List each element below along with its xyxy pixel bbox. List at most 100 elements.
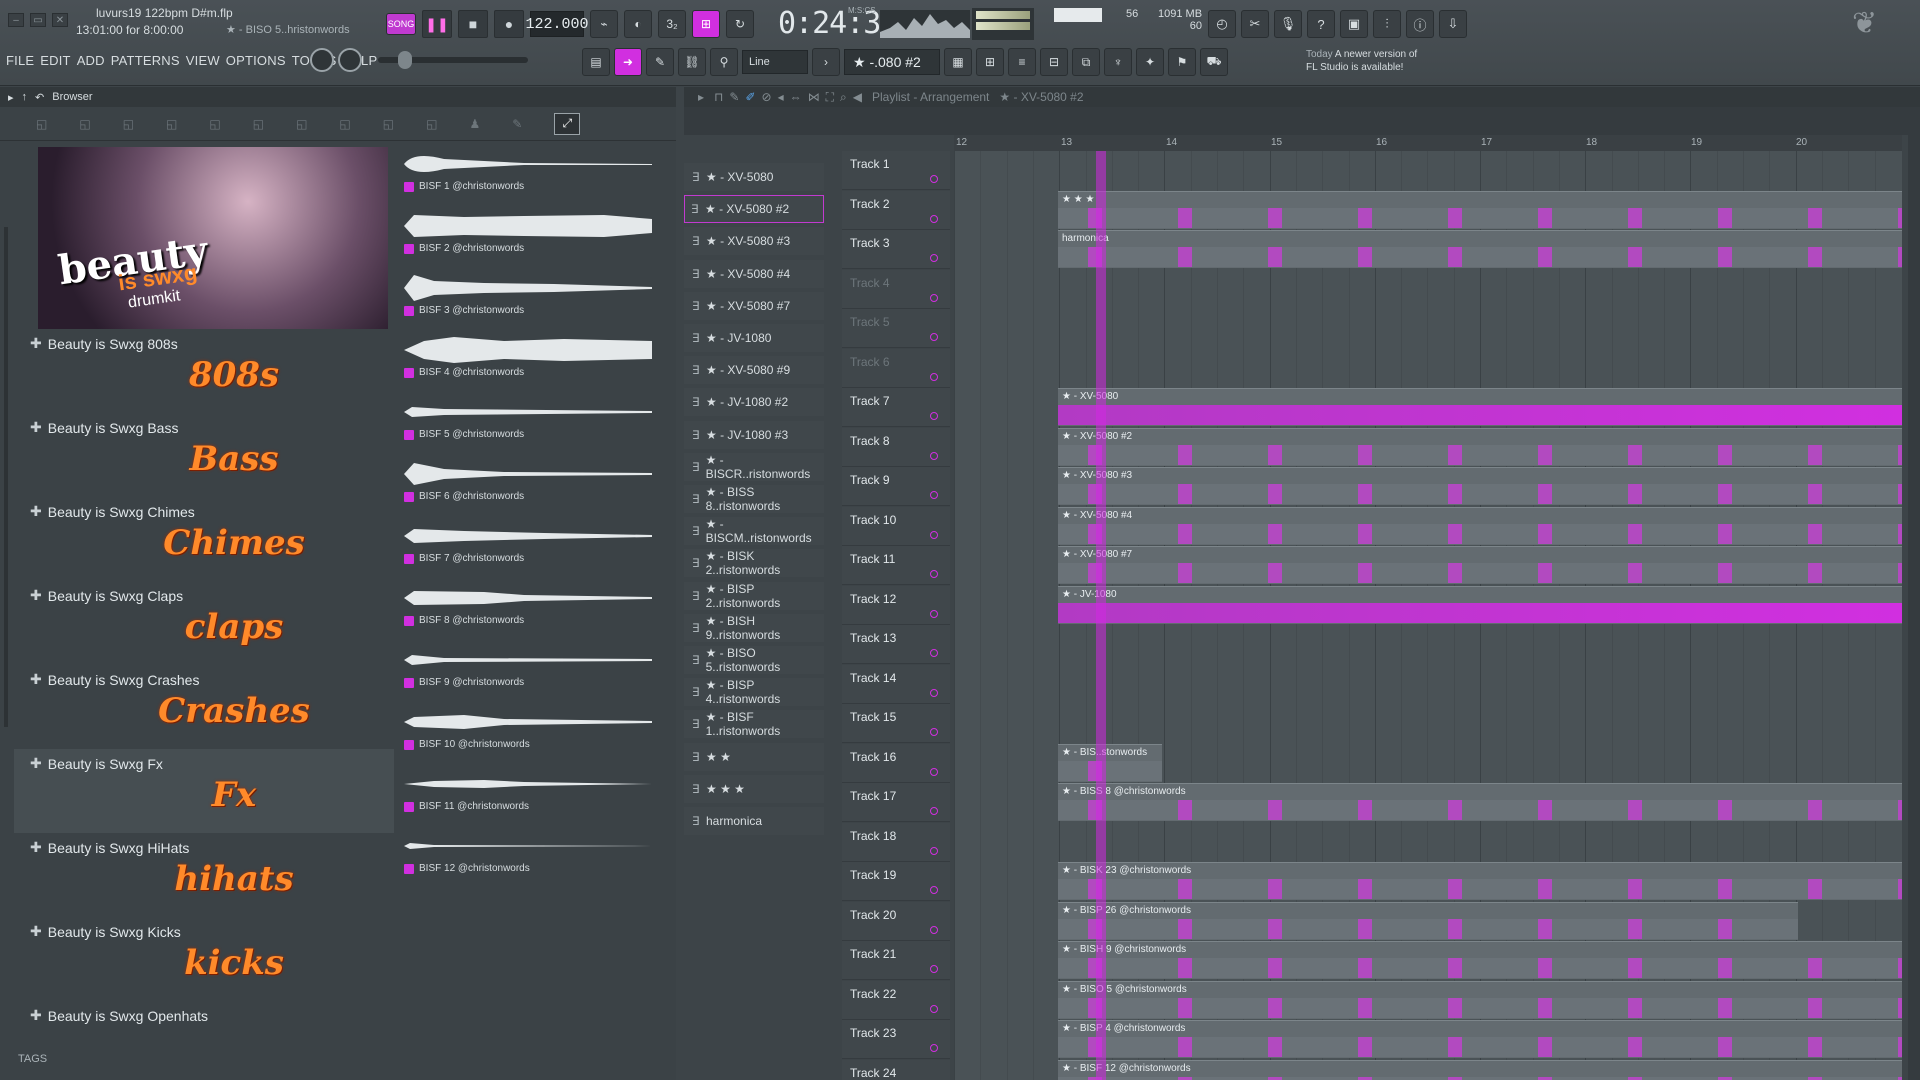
select-icon[interactable]: ⛶ [826, 90, 834, 105]
wrench-icon[interactable]: ✦ [1136, 48, 1164, 76]
pattern-clip[interactable]: ★ - BISF 12 @christonwords [1058, 1059, 1902, 1080]
track-mute-icon[interactable] [930, 333, 938, 341]
menu-options[interactable]: OPTIONS [226, 53, 286, 68]
browser-brush-icon[interactable]: ✎ [512, 117, 522, 131]
cpu-panel-icon[interactable]: ◴ [1208, 10, 1236, 38]
magnet-icon[interactable]: ⊓ [714, 90, 723, 104]
sample-item[interactable]: BISF 12 @christonwords [398, 825, 664, 887]
track-header[interactable]: Track 24 [842, 1059, 950, 1080]
zoom-icon[interactable]: ⌕ [840, 90, 847, 105]
tools-icon[interactable]: ✂ [1241, 10, 1269, 38]
folder-expand-icon[interactable]: ✚ [30, 503, 42, 520]
track-header[interactable]: Track 17 [842, 783, 950, 822]
browser-filter-icon[interactable]: ◱ [426, 117, 437, 131]
mixer-icon[interactable]: ⫶ [1373, 10, 1401, 38]
pattern-clip[interactable]: ★ - JV-1080 [1058, 585, 1902, 624]
sample-item[interactable]: BISF 10 @christonwords [398, 701, 664, 763]
pattern-clip[interactable]: ★ - XV-5080 #2 [1058, 427, 1902, 466]
pattern-clip[interactable]: ★ ★ ★ [1058, 190, 1902, 229]
browser-user-icon[interactable]: ♟ [469, 117, 480, 131]
tempo-icon[interactable]: ⚑ [1168, 48, 1196, 76]
loop-record-icon[interactable]: ↻ [726, 10, 754, 38]
sample-item[interactable]: BISF 5 @christonwords [398, 391, 664, 453]
track-header[interactable]: Track 3 [842, 230, 950, 269]
track-mute-icon[interactable] [930, 649, 938, 657]
sample-item[interactable]: BISF 3 @christonwords [398, 267, 664, 329]
browser-view-icon[interactable]: ⊟ [1040, 48, 1068, 76]
track-mute-icon[interactable] [930, 293, 938, 302]
track-header[interactable]: Track 13 [842, 625, 950, 664]
sample-item[interactable]: BISF 8 @christonwords [398, 577, 664, 639]
cart-icon[interactable]: ⛟ [1200, 48, 1228, 76]
track-mute-icon[interactable] [930, 688, 938, 697]
news-panel[interactable]: Today A newer version of FL Studio is av… [1306, 48, 1417, 74]
sample-item[interactable]: BISF 11 @christonwords [398, 763, 664, 825]
track-mute-icon[interactable] [930, 570, 938, 578]
track-mute-icon[interactable] [930, 254, 938, 262]
track-mute-icon[interactable] [930, 412, 938, 420]
folder-item[interactable]: ✚ Beauty is Swxg Kicks kicks [14, 917, 394, 1001]
track-header[interactable]: Track 12 [842, 585, 950, 625]
track-mute-icon[interactable] [930, 372, 938, 381]
stop-button[interactable]: ■ [458, 10, 488, 38]
browser-filter-icon[interactable]: ◱ [36, 117, 47, 131]
browser-up-icon[interactable]: ↑ [22, 91, 28, 103]
sample-item[interactable]: BISF 7 @christonwords [398, 515, 664, 577]
track-mute-icon[interactable] [930, 767, 938, 776]
folder-item[interactable]: ✚ Beauty is Swxg 808s 808s [14, 329, 394, 413]
folder-expand-icon[interactable]: ✚ [30, 1007, 42, 1024]
tempo-display[interactable]: 122.000 [526, 11, 589, 37]
delete-icon[interactable]: ⊘ [762, 90, 772, 104]
browser-filter-icon[interactable]: ◱ [253, 117, 264, 131]
metronome-icon[interactable]: ⌁ [590, 10, 618, 38]
track-mute-icon[interactable] [930, 1044, 938, 1052]
download-icon[interactable]: ⇩ [1439, 10, 1467, 38]
pattern-selector[interactable]: ★ -.080 #2 [844, 49, 940, 75]
pattern-clip[interactable]: ★ - BISH 9 @christonwords [1058, 941, 1902, 979]
pattern-clip[interactable]: ★ - BISP 4 @christonwords [1058, 1020, 1902, 1058]
piano-roll-icon[interactable]: ▤ [582, 48, 610, 76]
pattern-clip[interactable]: ★ - XV-5080 [1058, 388, 1902, 426]
track-mute-icon[interactable] [930, 925, 938, 934]
track-header[interactable]: Track 10 [842, 506, 950, 546]
countdown-icon[interactable]: 3₂ [658, 10, 686, 38]
track-header[interactable]: Track 8 [842, 427, 950, 467]
track-header[interactable]: Track 20 [842, 901, 950, 941]
master-slider[interactable] [378, 51, 528, 69]
track-mute-icon[interactable] [930, 609, 938, 618]
slice-icon[interactable]: ⋈ [808, 90, 820, 104]
track-mute-icon[interactable] [930, 214, 938, 223]
link-icon[interactable]: ⛓ [678, 48, 706, 76]
folder-expand-icon[interactable]: ✚ [30, 419, 42, 436]
sample-item[interactable]: BISF 1 @christonwords [398, 143, 664, 205]
pattern-clip[interactable]: ★ - BISK 23 @christonwords [1058, 862, 1902, 900]
master-volume-knob[interactable] [310, 48, 334, 72]
track-header[interactable]: Track 16 [842, 743, 950, 783]
track-header[interactable]: Track 19 [842, 862, 950, 901]
pattern-prev-icon[interactable]: › [812, 48, 840, 76]
folder-expand-icon[interactable]: ✚ [30, 923, 42, 940]
folder-item[interactable]: ✚ Beauty is Swxg Crashes Crashes [14, 665, 394, 749]
pattern-clip[interactable]: ★ - BISO 5 @christonwords [1058, 980, 1902, 1019]
pattern-clip[interactable]: ★ - XV-5080 #3 [1058, 467, 1902, 505]
sample-item[interactable]: BISF 2 @christonwords [398, 205, 664, 267]
track-mute-icon[interactable] [930, 175, 938, 183]
restore-icon[interactable]: ▭ [30, 13, 46, 27]
track-mute-icon[interactable] [930, 846, 938, 855]
arrow-icon[interactable]: ➜ [614, 48, 642, 76]
save-icon[interactable]: ▣ [1340, 10, 1368, 38]
minimize-icon[interactable]: – [8, 13, 24, 27]
mixer-view-icon[interactable]: ≡ [1008, 48, 1036, 76]
folder-item[interactable]: ✚ Beauty is Swxg Openhats [14, 1001, 394, 1053]
browser-collapse-icon[interactable]: ▸ [8, 91, 14, 104]
channel-rack-icon[interactable]: ⊞ [976, 48, 1004, 76]
folder-item[interactable]: ✚ Beauty is Swxg HiHats hihats [14, 833, 394, 917]
pattern-clip[interactable]: ★ - BISP 26 @christonwords [1058, 901, 1798, 940]
timeline-ruler[interactable]: 12 13 14 15 16 17 18 19 20 [954, 135, 1902, 151]
pattern-clip[interactable]: ★ - XV-5080 #7 [1058, 546, 1902, 584]
pattern-clip[interactable]: ★ - XV-5080 #4 [1058, 506, 1902, 545]
track-header[interactable]: Track 18 [842, 822, 950, 862]
folder-expand-icon[interactable]: ✚ [30, 671, 42, 688]
folder-item[interactable]: ✚ Beauty is Swxg Fx Fx [14, 749, 394, 833]
track-mute-icon[interactable] [930, 1004, 938, 1013]
